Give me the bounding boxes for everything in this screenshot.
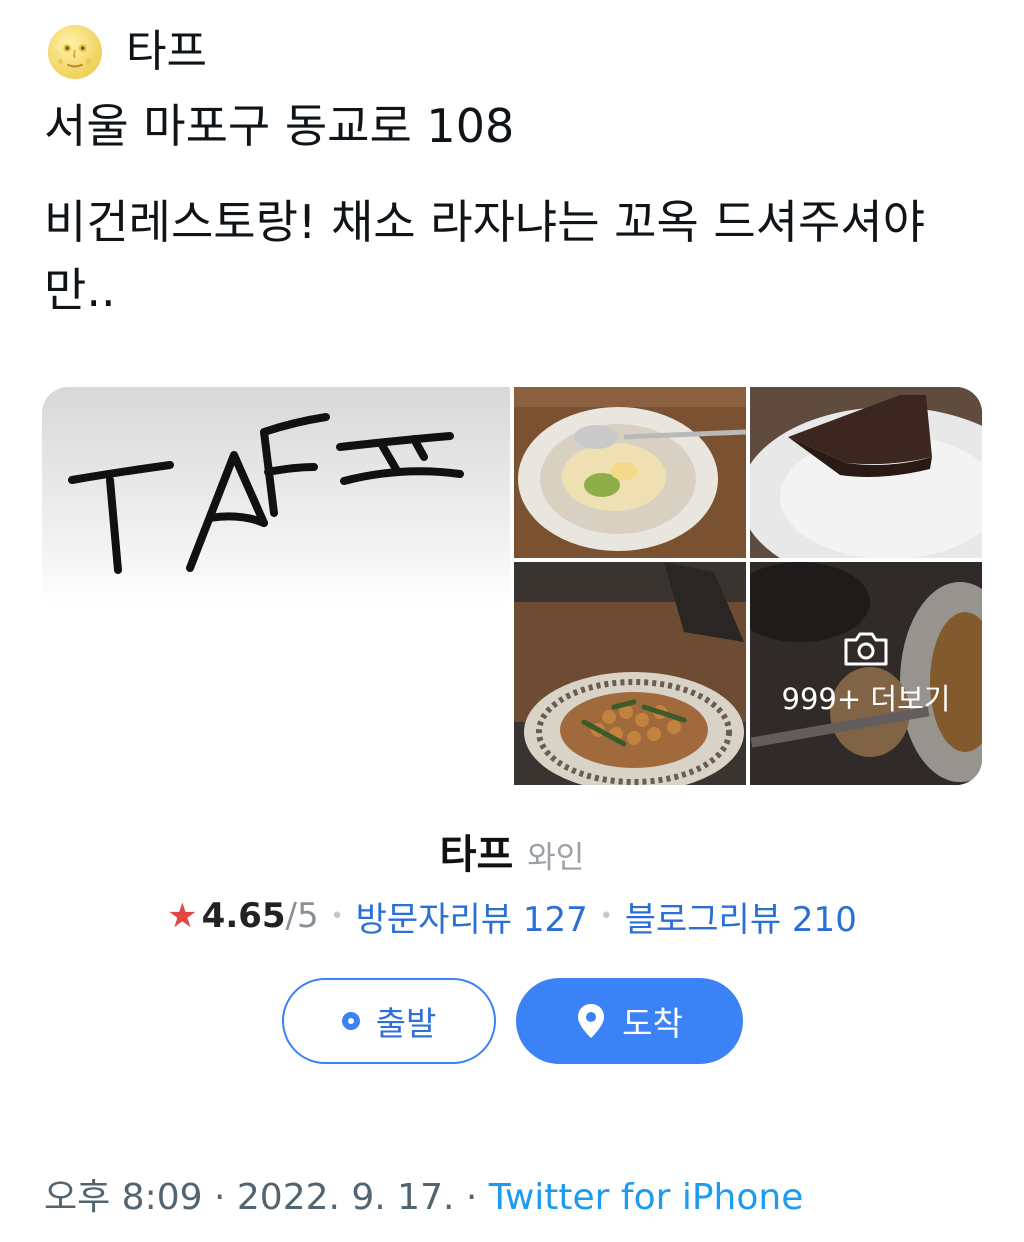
meta-separator: · xyxy=(465,1177,478,1218)
separator-dot: • xyxy=(330,903,344,929)
star-icon: ★ xyxy=(167,896,198,936)
food-photo-chickpeas-image xyxy=(514,562,746,785)
restaurant-logo xyxy=(68,413,464,574)
place-category: 와인 xyxy=(527,840,585,876)
restaurant-logo-tile[interactable] xyxy=(42,387,510,785)
blog-reviews-link[interactable]: 블로그리뷰 210 xyxy=(625,892,857,941)
origin-dot-icon xyxy=(341,1012,360,1030)
depart-button[interactable]: 출발 xyxy=(282,978,496,1064)
tweet-source-link[interactable]: Twitter for iPhone xyxy=(489,1177,804,1218)
meta-separator: · xyxy=(213,1177,226,1218)
more-photos-overlay[interactable]: 999+ 더보기 xyxy=(750,562,982,785)
depart-label: 출발 xyxy=(375,1004,437,1043)
arrive-label: 도착 xyxy=(622,1004,683,1043)
food-photo-lasagna-image xyxy=(514,387,746,558)
rating-max: /5 xyxy=(285,896,319,936)
tweet-meta: 오후 8:09 · 2022. 9. 17. · Twitter for iPh… xyxy=(44,1170,803,1226)
food-photo-lasagna[interactable] xyxy=(514,387,746,558)
food-photo-pasta-more[interactable]: 999+ 더보기 xyxy=(750,562,982,785)
visitor-reviews-link[interactable]: 방문자리뷰 127 xyxy=(356,892,588,941)
food-photo-cake[interactable] xyxy=(750,387,982,558)
tweet-date[interactable]: 2022. 9. 17. xyxy=(237,1177,455,1218)
full-moon-face-icon xyxy=(47,24,103,80)
tweet-time[interactable]: 오후 8:09 xyxy=(44,1177,203,1218)
tweet-place-name: 타프 xyxy=(126,26,207,77)
tweet-body: 비건레스토랑! 채소 라자냐는 꼬옥 드셔주셔야만.. xyxy=(44,195,926,317)
place-name[interactable]: 타프 xyxy=(440,822,514,880)
place-photo-gallery[interactable]: 999+ 더보기 xyxy=(42,387,982,785)
food-photo-chickpeas[interactable] xyxy=(514,562,746,785)
more-photos-label: 999+ 더보기 xyxy=(781,681,951,716)
tweet-first-line: 타프 xyxy=(46,22,207,82)
rating-value: 4.65 xyxy=(201,896,286,936)
tweet-address: 서울 마포구 동교로 108 xyxy=(44,99,515,153)
food-photo-cake-image xyxy=(750,387,982,558)
place-title-row: 타프 와인 xyxy=(0,822,1024,880)
camera-icon xyxy=(844,632,888,665)
separator-dot: • xyxy=(599,903,613,929)
place-stats: ★ 4.65 /5 • 방문자리뷰 127 • 블로그리뷰 210 xyxy=(0,890,1024,942)
arrive-button[interactable]: 도착 xyxy=(516,978,743,1064)
location-pin-icon xyxy=(578,1004,605,1038)
